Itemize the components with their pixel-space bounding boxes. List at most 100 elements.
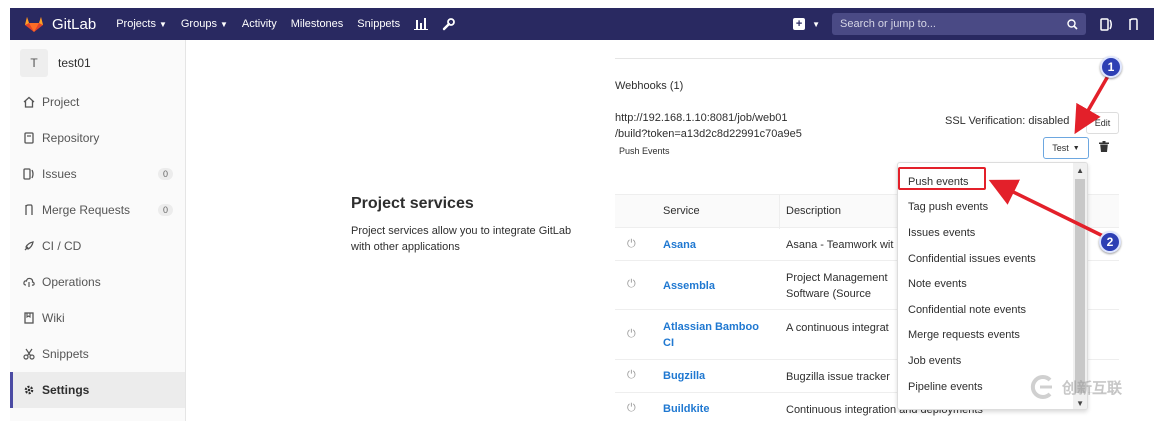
merge-requests-count-badge: 0: [157, 204, 173, 216]
wiki-icon: [23, 312, 35, 324]
webhooks-title: Webhooks (1): [615, 80, 684, 92]
topbar-right: + ▼: [793, 8, 1154, 40]
power-icon: ⏻: [627, 238, 636, 250]
chevron-down-icon: ▼: [219, 19, 228, 29]
dropdown-item-note-events[interactable]: Note events: [898, 271, 1087, 297]
wrench-icon[interactable]: [442, 17, 456, 31]
service-description: Asana - Teamwork wit: [786, 239, 894, 251]
webhook-url-line-1: http://192.168.1.10:8081/job/web01: [615, 112, 788, 124]
search-icon: [1067, 18, 1078, 30]
highlight-box-push-events: [898, 167, 986, 190]
project-name: test01: [58, 56, 91, 70]
sidebar-item-label: Snippets: [42, 347, 89, 361]
home-icon: [23, 96, 35, 108]
service-link[interactable]: Bugzilla: [663, 368, 773, 384]
project-services-title: Project services: [351, 195, 474, 212]
test-webhook-button[interactable]: Test ▼: [1043, 137, 1089, 159]
nav-milestones[interactable]: Milestones: [291, 18, 344, 30]
sidebar-project-header[interactable]: T test01: [10, 40, 185, 84]
step-marker-2: 2: [1099, 231, 1121, 253]
nav-projects-label: Projects: [116, 18, 156, 30]
dropdown-scrollbar[interactable]: ▲ ▼: [1073, 163, 1087, 409]
column-header-service: Service: [663, 205, 700, 217]
book-icon: [23, 132, 35, 144]
dropdown-item-merge-requests-events[interactable]: Merge requests events: [898, 323, 1087, 349]
dropdown-item-confidential-note-events[interactable]: Confidential note events: [898, 297, 1087, 323]
sidebar-item-snippets[interactable]: Snippets: [10, 336, 185, 372]
test-button-label: Test: [1052, 143, 1069, 153]
app-frame: GitLab Projects ▼ Groups ▼ Activity Milest…: [10, 8, 1154, 421]
service-link[interactable]: Buildkite: [663, 401, 773, 417]
dropdown-item-issues-events[interactable]: Issues events: [898, 220, 1087, 246]
merge-request-icon: [23, 204, 35, 216]
dropdown-item-confidential-issues-events[interactable]: Confidential issues events: [898, 246, 1087, 272]
sidebar-item-repository[interactable]: Repository: [10, 120, 185, 156]
sidebar-item-operations[interactable]: Operations: [10, 264, 185, 300]
nav-activity[interactable]: Activity: [242, 18, 277, 30]
main-nav: Projects ▼ Groups ▼ Activity Milestones Sn…: [116, 17, 469, 31]
sidebar-item-project[interactable]: Project: [10, 84, 185, 120]
scissors-icon: [23, 348, 35, 360]
sidebar-item-label: Merge Requests: [42, 203, 131, 217]
sidebar-item-label: Operations: [42, 275, 101, 289]
nav-projects[interactable]: Projects ▼: [116, 18, 167, 30]
gitlab-brand[interactable]: GitLab: [24, 15, 96, 33]
sidebar-item-issues[interactable]: Issues 0: [10, 156, 185, 192]
sidebar-item-label: CI / CD: [42, 239, 82, 253]
service-description: Bugzilla issue tracker: [786, 371, 890, 383]
brand-name: GitLab: [52, 15, 97, 33]
divider: [615, 58, 1119, 59]
gear-icon: [23, 384, 35, 396]
search-input[interactable]: [840, 18, 1040, 30]
gitlab-logo-icon: [25, 17, 43, 32]
cloud-icon: [23, 276, 35, 288]
service-description: Project Management Software (Source Comm…: [786, 272, 888, 300]
chevron-down-icon: ▼: [812, 19, 820, 29]
webhook-event-tag: Push Events: [619, 146, 670, 156]
delete-webhook-button[interactable]: [1099, 141, 1109, 155]
sidebar-item-merge-requests[interactable]: Merge Requests 0: [10, 192, 185, 228]
chart-bar-icon[interactable]: [414, 18, 429, 30]
sidebar-item-wiki[interactable]: Wiki: [10, 300, 185, 336]
nav-groups[interactable]: Groups ▼: [181, 18, 228, 30]
step-marker-1: 1: [1100, 56, 1122, 78]
sidebar-item-ci-cd[interactable]: CI / CD: [10, 228, 185, 264]
dropdown-item-job-events[interactable]: Job events: [898, 348, 1087, 374]
chevron-up-icon[interactable]: ▲: [1076, 166, 1084, 175]
power-icon: ⏻: [627, 328, 636, 340]
merge-request-icon[interactable]: [1127, 17, 1140, 31]
issues-icon: [23, 168, 35, 180]
search-box[interactable]: [832, 13, 1086, 35]
test-events-dropdown: Push events Tag push events Issues event…: [897, 162, 1088, 410]
dropdown-item-tag-push-events[interactable]: Tag push events: [898, 195, 1087, 221]
trash-icon: [1099, 141, 1109, 152]
project-sidebar: T test01 Project Repository Issues 0 Mer…: [10, 40, 186, 421]
new-dropdown-button[interactable]: + ▼: [793, 18, 820, 30]
service-link[interactable]: Asana: [663, 237, 773, 253]
ssl-verification-status: SSL Verification: disabled: [945, 115, 1070, 127]
scrollbar-thumb[interactable]: [1075, 179, 1085, 393]
sidebar-item-label: Wiki: [42, 311, 65, 325]
webhook-url-line-2: /build?token=a13d2c8d22991c70a9e5: [615, 128, 802, 140]
issues-icon[interactable]: [1100, 17, 1113, 31]
sidebar-item-label: Project: [42, 95, 80, 109]
watermark: 创新互联: [1028, 375, 1122, 399]
webhook-url: http://192.168.1.10:8081/job/web01 /buil…: [615, 110, 802, 142]
sidebar-item-label: Issues: [42, 167, 77, 181]
caret-down-icon: ▼: [1072, 144, 1080, 152]
watermark-text: 创新互联: [1062, 379, 1123, 397]
nav-snippets[interactable]: Snippets: [357, 18, 400, 30]
rocket-icon: [23, 240, 35, 252]
power-icon: ⏻: [627, 369, 636, 381]
issues-count-badge: 0: [157, 168, 173, 180]
sidebar-item-settings[interactable]: Settings: [10, 372, 185, 408]
service-link[interactable]: Atlassian Bamboo CI: [663, 319, 773, 351]
edit-webhook-button[interactable]: Edit: [1086, 112, 1119, 134]
nav-groups-label: Groups: [180, 18, 217, 30]
sidebar-item-label: Repository: [42, 131, 100, 145]
service-description: A continuous integrat: [786, 322, 889, 334]
service-link[interactable]: Assembla: [663, 278, 773, 294]
chevron-down-icon[interactable]: ▼: [1076, 399, 1084, 408]
column-divider: [779, 195, 780, 229]
project-services-description: Project services allow you to integrate …: [351, 225, 572, 253]
